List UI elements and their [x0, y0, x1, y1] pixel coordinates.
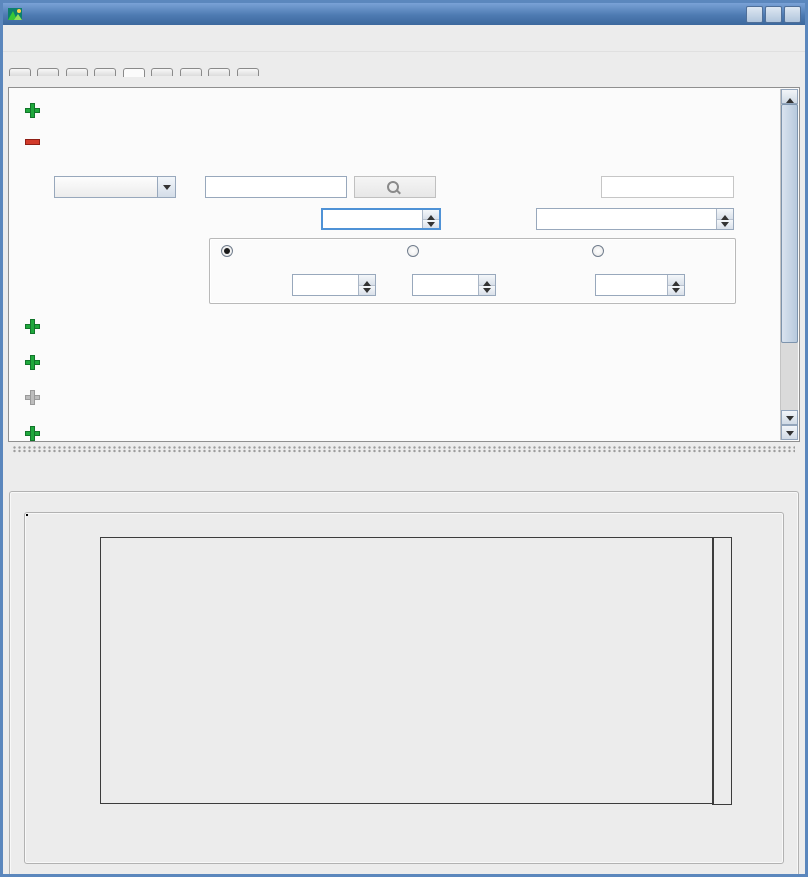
- menu-help[interactable]: [43, 34, 61, 42]
- tab-measurement[interactable]: [9, 68, 31, 76]
- action-at-start-row[interactable]: [26, 104, 53, 117]
- titlebar[interactable]: [3, 3, 805, 25]
- spin-up-icon[interactable]: [423, 210, 439, 220]
- from-value: [293, 275, 358, 295]
- radio-selected-icon: [221, 245, 233, 257]
- spin-down-icon[interactable]: [479, 286, 495, 296]
- close-button[interactable]: [784, 6, 801, 23]
- radio-icon: [407, 245, 419, 257]
- plot-panel: [3, 481, 805, 877]
- expand-plus-icon[interactable]: [26, 356, 39, 369]
- tab-data-output[interactable]: [66, 68, 88, 76]
- step-size-value: [596, 275, 667, 295]
- y-axis-title: [28, 537, 46, 804]
- spin-up-icon[interactable]: [717, 209, 733, 220]
- vertical-scrollbar[interactable]: [780, 89, 798, 440]
- start-image-groupbox: [24, 512, 784, 864]
- scrollbar-thumb[interactable]: [781, 104, 798, 343]
- spin-down-icon[interactable]: [717, 220, 733, 230]
- measurement-groupbox: [9, 491, 799, 877]
- spin-buttons: [358, 275, 375, 295]
- colorbar-canvas: [712, 537, 732, 805]
- colorbar-title: [760, 537, 778, 804]
- expand-plus-icon[interactable]: [26, 320, 39, 333]
- maximize-button[interactable]: [765, 6, 782, 23]
- app-icon: [7, 6, 23, 22]
- additional-parameter-input: [601, 176, 734, 198]
- splitter-handle-icon[interactable]: [13, 446, 795, 453]
- spin-buttons: [667, 275, 684, 295]
- tab-advanced: [151, 68, 173, 76]
- scan-mode-combobox[interactable]: [54, 176, 176, 198]
- number-of-steps-spinbox[interactable]: [321, 208, 441, 230]
- expand-plus-icon[interactable]: [26, 427, 39, 440]
- menu-utilities[interactable]: [7, 34, 25, 42]
- spin-buttons: [422, 210, 439, 228]
- tab-plot[interactable]: [94, 68, 116, 76]
- spin-down-icon[interactable]: [423, 220, 439, 229]
- splitter[interactable]: [3, 446, 805, 481]
- tab-messages[interactable]: [237, 68, 259, 76]
- to-value: [413, 275, 478, 295]
- step-size-spinbox[interactable]: [595, 274, 685, 296]
- expand-plus-icon-disabled: [26, 391, 39, 404]
- browse-icon: [387, 181, 399, 193]
- spin-down-icon[interactable]: [668, 286, 684, 296]
- app-window: [0, 0, 808, 877]
- tab-debugging: [180, 68, 202, 76]
- tab-settings[interactable]: [37, 68, 59, 76]
- browse-button: [354, 176, 436, 198]
- from-spinbox[interactable]: [292, 274, 376, 296]
- expand-plus-icon[interactable]: [26, 104, 39, 117]
- spin-down-icon[interactable]: [359, 286, 375, 296]
- spin-buttons: [716, 209, 733, 229]
- radio-specific-values[interactable]: [407, 245, 425, 257]
- radio-icon: [592, 245, 604, 257]
- heatmap-canvas[interactable]: [100, 537, 714, 804]
- minimize-button[interactable]: [746, 6, 763, 23]
- scan-level-1-row[interactable]: [26, 320, 53, 333]
- menubar: [3, 25, 805, 52]
- plot-region: [26, 514, 782, 862]
- menu-modes[interactable]: [25, 34, 43, 42]
- precision-spinbox[interactable]: [536, 208, 734, 230]
- scroll-down-button[interactable]: [781, 410, 798, 425]
- zoom-selection-rect: [26, 514, 28, 516]
- action-before-each-frame-row[interactable]: [26, 356, 53, 369]
- actions-pane: [8, 87, 800, 442]
- collapse-minus-icon[interactable]: [26, 140, 39, 144]
- positions-row: [26, 391, 53, 404]
- spin-up-icon[interactable]: [479, 275, 495, 286]
- tabbar: [3, 52, 805, 87]
- to-spinbox[interactable]: [412, 274, 496, 296]
- scrollbar-track[interactable]: [781, 104, 798, 410]
- radio-constant-step-size[interactable]: [221, 245, 239, 257]
- tab-actions[interactable]: [123, 68, 145, 77]
- radio-values-from-file[interactable]: [592, 245, 610, 257]
- chevron-down-icon[interactable]: [157, 177, 175, 197]
- spin-up-icon[interactable]: [359, 275, 375, 286]
- spin-up-icon[interactable]: [668, 275, 684, 286]
- window-controls: [746, 6, 801, 23]
- precision-value: [537, 209, 716, 229]
- header-before-frame-row[interactable]: [26, 427, 53, 440]
- scan-file-input[interactable]: [205, 176, 347, 198]
- scroll-up-button[interactable]: [781, 89, 798, 104]
- spin-buttons: [478, 275, 495, 295]
- tab-developer: [208, 68, 230, 76]
- scan-level-0-row[interactable]: [26, 140, 53, 144]
- scroll-down-button-2[interactable]: [781, 425, 798, 440]
